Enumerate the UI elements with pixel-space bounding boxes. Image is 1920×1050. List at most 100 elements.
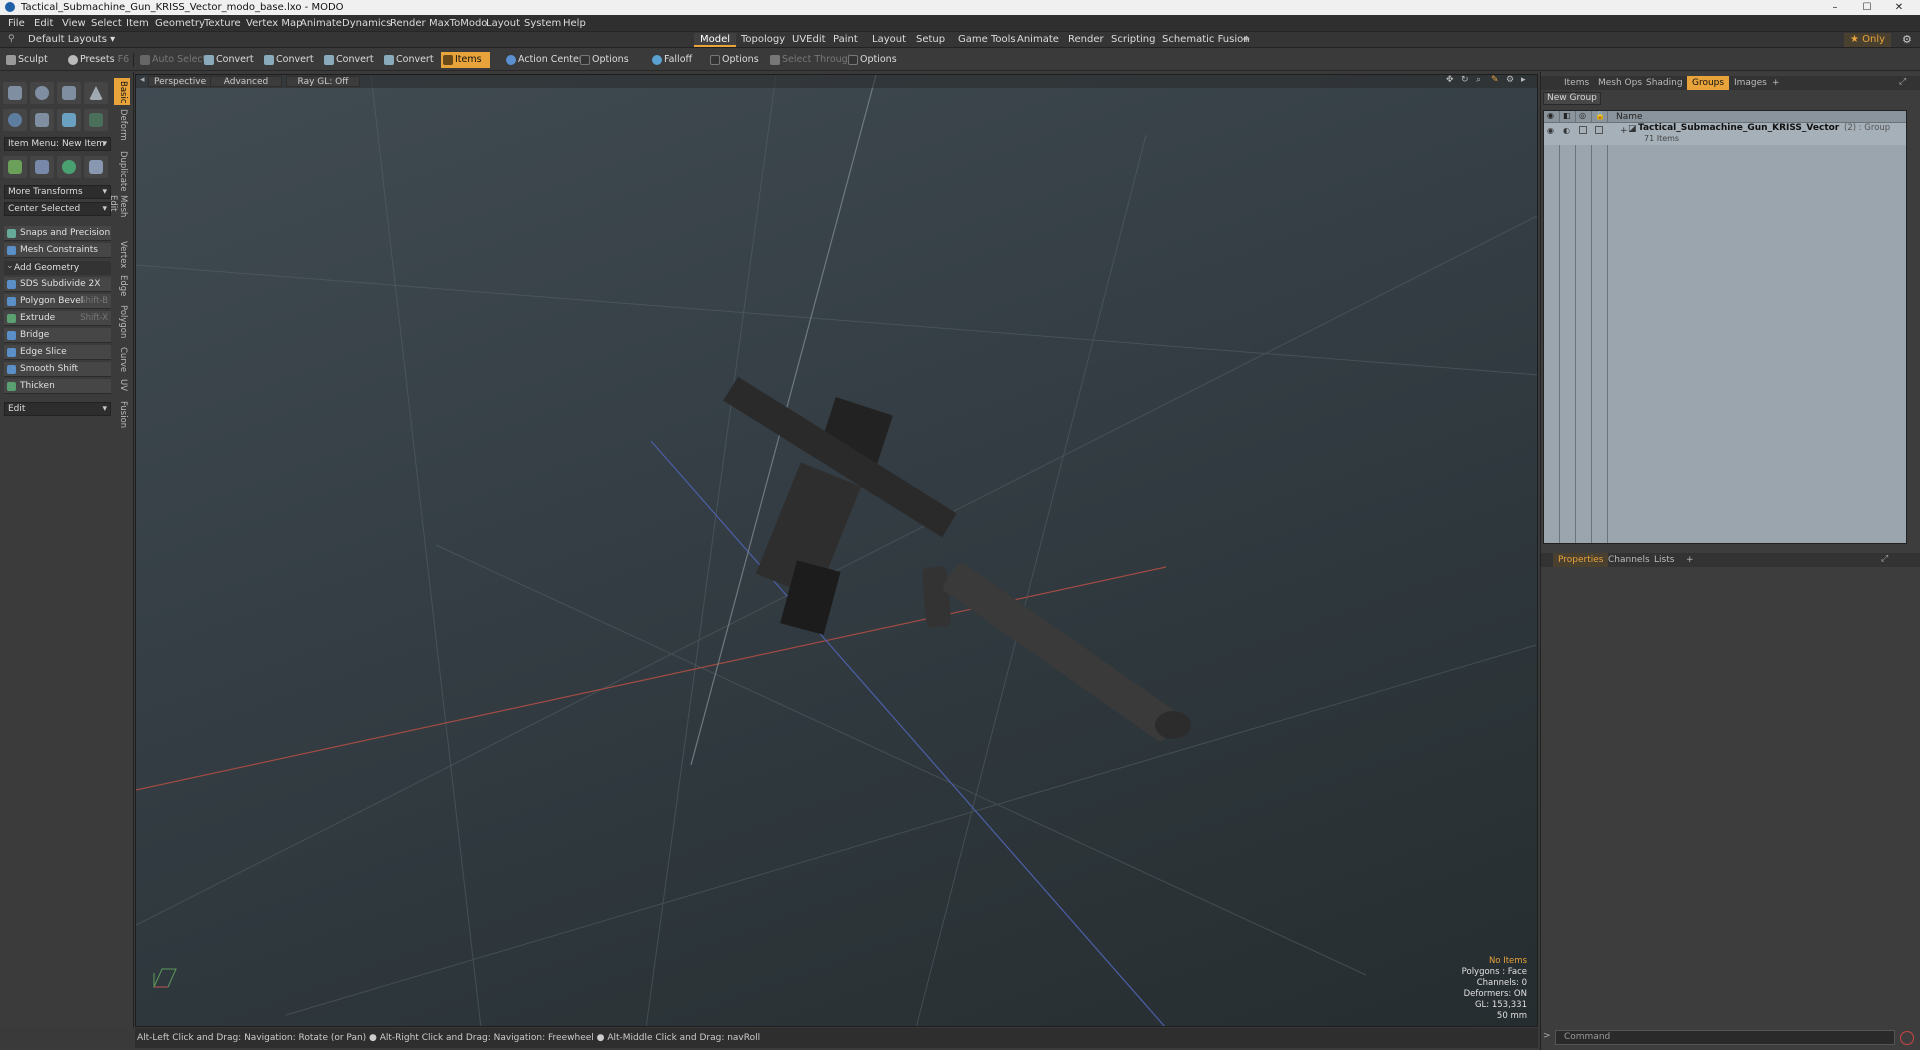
tab-properties[interactable]: Properties: [1553, 553, 1609, 567]
close-button[interactable]: ✕: [1884, 0, 1914, 15]
settings-icon[interactable]: ⚙: [1506, 75, 1514, 85]
tab-shading[interactable]: Shading: [1641, 76, 1688, 90]
menu-layout[interactable]: Layout: [486, 15, 520, 32]
menu-file[interactable]: File: [8, 15, 25, 32]
menu-dynamics[interactable]: Dynamics: [342, 15, 391, 32]
kriss-vector-model[interactable]: [723, 376, 1191, 744]
vtab-deform[interactable]: Deform: [114, 106, 130, 146]
expand-arrow-icon[interactable]: +: [1620, 126, 1628, 136]
vtab-mesh-edit[interactable]: Mesh Edit: [108, 192, 130, 236]
action-center-options-button[interactable]: Options: [578, 52, 629, 68]
edit-dropdown[interactable]: Edit: [4, 402, 111, 416]
bridge-button[interactable]: Bridge: [4, 328, 111, 343]
tab-setup[interactable]: Setup: [910, 33, 951, 47]
snaps-and-precision-button[interactable]: Snaps and Precision: [4, 226, 111, 241]
menu-system[interactable]: System: [524, 15, 561, 32]
scale-tool-button[interactable]: [84, 156, 108, 178]
vtab-vertex[interactable]: Vertex: [114, 238, 130, 270]
add-geometry-header[interactable]: Add Geometry: [4, 259, 111, 275]
tab-animate[interactable]: Animate: [1011, 33, 1065, 47]
falloff-button[interactable]: Falloff: [650, 52, 692, 68]
command-input[interactable]: Command: [1555, 1030, 1895, 1045]
fit-icon[interactable]: ✥: [1446, 75, 1454, 85]
lower-panel-expand-icon[interactable]: ⤢: [1881, 554, 1888, 564]
menu-item[interactable]: Item: [126, 15, 149, 32]
menu-vertex-map[interactable]: Vertex Map: [246, 15, 302, 32]
vtab-edge[interactable]: Edge: [114, 272, 130, 300]
3d-viewport[interactable]: ◂ Perspective Advanced Ray GL: Off ✥ ↻ ⌕…: [135, 74, 1538, 1027]
menu-view[interactable]: View: [62, 15, 86, 32]
menu-render[interactable]: Render: [390, 15, 426, 32]
tab-groups[interactable]: Groups: [1687, 76, 1730, 90]
menu-animate[interactable]: Animate: [300, 15, 342, 32]
add-tab-icon[interactable]: +: [1767, 76, 1785, 90]
rotate-view-icon[interactable]: ↻: [1461, 75, 1469, 85]
action-center-button[interactable]: Action Center: [504, 52, 583, 68]
tab-paint[interactable]: Paint: [827, 33, 864, 47]
tab-channels[interactable]: Channels: [1603, 553, 1655, 567]
grid-tool-button[interactable]: [30, 156, 54, 178]
text-tool-button[interactable]: [84, 109, 108, 131]
lock-toggle[interactable]: [1595, 126, 1603, 134]
center-selected-dropdown[interactable]: Center Selected: [4, 202, 111, 216]
add-tab-button[interactable]: +: [1236, 33, 1256, 47]
plane-tool-button[interactable]: [57, 109, 81, 131]
group-row[interactable]: ◉ ◐ + ◪ Tactical_Submachine_Gun_KRISS_Ve…: [1544, 123, 1906, 145]
zoom-icon[interactable]: ⌕: [1476, 75, 1481, 85]
mesh-constraints-button[interactable]: Mesh Constraints: [4, 243, 111, 258]
select-through-button[interactable]: Select Through: [768, 52, 854, 68]
vtab-uv[interactable]: UV: [114, 376, 130, 396]
convert-edges-button[interactable]: Convert: [262, 52, 314, 68]
auto-select-button[interactable]: Auto Select: [138, 52, 206, 68]
select-options-button[interactable]: Options: [846, 52, 897, 68]
vtab-basic[interactable]: Basic: [114, 78, 130, 105]
render-column-icon[interactable]: ◧: [1563, 111, 1571, 120]
select-toggle[interactable]: [1579, 126, 1587, 134]
thicken-button[interactable]: Thicken: [4, 379, 111, 394]
render-icon[interactable]: ◐: [1563, 126, 1570, 135]
vtab-duplicate[interactable]: Duplicate: [114, 148, 130, 192]
capsule-tool-button[interactable]: [30, 109, 54, 131]
lock-column-icon[interactable]: 🔒: [1595, 111, 1605, 120]
convert-materials-button[interactable]: Convert: [382, 52, 434, 68]
menu-maxtomodo[interactable]: MaxToModo: [429, 15, 487, 32]
tab-lists[interactable]: Lists: [1649, 553, 1679, 567]
tab-mesh-ops[interactable]: Mesh Ops: [1593, 76, 1647, 90]
presets-button[interactable]: Presets F6: [66, 52, 129, 68]
falloff-options-button[interactable]: Options: [708, 52, 759, 68]
tab-render[interactable]: Render: [1062, 33, 1110, 47]
edge-slice-button[interactable]: Edge Slice: [4, 345, 111, 360]
expand-icon[interactable]: ▸: [1521, 75, 1526, 85]
menu-geometry[interactable]: Geometry: [155, 15, 205, 32]
items-mode-button[interactable]: Items: [441, 52, 490, 68]
polygon-bevel-button[interactable]: Polygon Bevel Shift-B: [4, 294, 111, 309]
sds-subdivide-button[interactable]: SDS Subdivide 2X: [4, 277, 111, 292]
layout-pin-icon[interactable]: ⚲: [8, 34, 15, 44]
raygl-toggle[interactable]: Ray GL: Off: [286, 76, 360, 87]
sphere-tool-button[interactable]: [30, 82, 54, 104]
rotate-tool-button[interactable]: [57, 156, 81, 178]
menu-help[interactable]: Help: [563, 15, 586, 32]
eye-icon[interactable]: ◉: [1547, 126, 1554, 135]
view-mode-button[interactable]: Perspective: [148, 76, 214, 87]
transform-tool-button[interactable]: [3, 156, 27, 178]
gear-icon[interactable]: ⚙: [1902, 33, 1912, 46]
shading-mode-button[interactable]: Advanced: [210, 76, 282, 87]
visibility-column-icon[interactable]: ◉: [1547, 111, 1554, 120]
tab-model[interactable]: Model: [694, 33, 737, 47]
tab-uvedit[interactable]: UVEdit: [786, 33, 832, 47]
select-column-icon[interactable]: ◎: [1579, 111, 1586, 120]
convert-vertices-button[interactable]: Convert: [202, 52, 254, 68]
tab-layout[interactable]: Layout: [866, 33, 912, 47]
extrude-button[interactable]: Extrude Shift-X: [4, 311, 111, 326]
tab-scripting[interactable]: Scripting: [1105, 33, 1161, 47]
menu-edit[interactable]: Edit: [34, 15, 53, 32]
more-transforms-dropdown[interactable]: More Transforms: [4, 185, 111, 199]
item-menu-dropdown[interactable]: Item Menu: New Item: [4, 137, 111, 151]
maximize-button[interactable]: ☐: [1852, 0, 1882, 15]
vtab-curve[interactable]: Curve: [114, 344, 130, 374]
smooth-shift-button[interactable]: Smooth Shift: [4, 362, 111, 377]
paint-icon[interactable]: ✎: [1491, 75, 1499, 85]
cylinder-tool-button[interactable]: [57, 82, 81, 104]
menu-select[interactable]: Select: [91, 15, 122, 32]
